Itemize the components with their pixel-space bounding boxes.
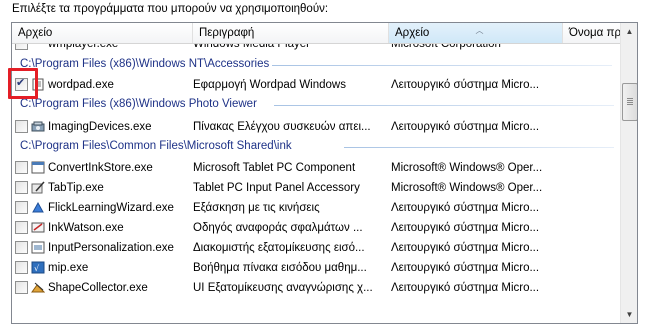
mip-icon: √ [31, 261, 45, 274]
shape-icon [31, 282, 45, 293]
checkbox[interactable] [15, 44, 28, 50]
input-icon [31, 241, 45, 254]
checkbox[interactable] [15, 261, 28, 274]
column-company-label: Αρχείο [395, 27, 430, 39]
table-row[interactable]: FlickLearningWizard.exe Εξάσκηση με τις … [12, 198, 620, 218]
table-row[interactable]: InputPersonalization.exe Διακομιστής εξα… [12, 238, 620, 258]
file-cell: InkWatson.exe [48, 222, 124, 234]
checkbox[interactable] [15, 281, 28, 294]
file-cell: wordpad.exe [48, 79, 114, 91]
column-product-name[interactable]: Όνομα πρ [563, 23, 620, 43]
file-cell: TabTip.exe [48, 182, 104, 194]
vertical-scrollbar[interactable]: ▲ ▼ [620, 23, 637, 323]
description-cell: Windows Media Player [193, 44, 310, 50]
group-label: C:\Program Files (x86)\Windows Photo Vie… [20, 98, 257, 110]
group-header[interactable]: C:\Program Files (x86)\Windows Photo Vie… [12, 95, 620, 115]
file-cell: ImagingDevices.exe [48, 121, 152, 133]
svg-text:√: √ [34, 264, 40, 273]
file-cell: InputPersonalization.exe [48, 242, 174, 254]
company-cell: Λειτουργικό σύστημα Micro... [391, 202, 540, 214]
group-divider [272, 65, 612, 66]
table-row[interactable]: ImagingDevices.exe Πίνακας Ελέγχου συσκε… [12, 117, 620, 137]
group-divider [344, 147, 614, 148]
ink-watson-icon [31, 222, 45, 233]
company-cell: Λειτουργικό σύστημα Micro... [391, 282, 540, 294]
file-cell: wmplayer.exe [48, 44, 119, 50]
checkbox[interactable] [15, 221, 28, 234]
imaging-icon [31, 121, 45, 132]
company-cell: Λειτουργικό σύστημα Micro... [391, 242, 540, 254]
table-row[interactable]: wmplayer.exe Windows Media Player Micros… [12, 44, 620, 54]
scroll-thumb[interactable] [622, 83, 637, 121]
description-cell: Διακομιστής εξατομίκευσης εισό... [193, 242, 365, 254]
table-row[interactable]: TabTip.exe Tablet PC Input Panel Accesso… [12, 178, 620, 198]
company-cell: Microsoft® Windows® Oper... [391, 182, 543, 194]
group-header[interactable]: C:\Program Files\Common Files\Microsoft … [12, 137, 620, 157]
flick-icon [32, 201, 44, 213]
table-row[interactable]: ShapeCollector.exe UI Εξατομίκευσης αναγ… [12, 278, 620, 298]
description-cell: Οδηγός αναφοράς σφαλμάτων ... [193, 222, 363, 234]
description-cell: Tablet PC Input Panel Accessory [193, 182, 360, 194]
column-company[interactable]: ︿ Αρχείο [389, 23, 563, 43]
group-header[interactable]: C:\Program Files (x86)\Windows NT\Access… [12, 55, 620, 75]
description-cell: Πίνακας Ελέγχου συσκευών απει... [193, 121, 371, 133]
checkbox[interactable] [15, 201, 28, 214]
company-cell: Microsoft Corporation [391, 44, 501, 50]
checkbox[interactable] [15, 181, 28, 194]
file-cell: mip.exe [48, 262, 89, 274]
company-cell: Λειτουργικό σύστημα Micro... [391, 222, 540, 234]
company-cell: Λειτουργικό σύστημα Micro... [391, 121, 540, 133]
company-cell: Λειτουργικό σύστημα Micro... [391, 262, 540, 274]
table-row[interactable]: √ mip.exe Βοήθημα πίνακα εισόδου μαθημ..… [12, 258, 620, 278]
column-header: Αρχείο Περιγραφή ︿ Αρχείο Όνομα πρ [12, 23, 620, 44]
scroll-up-icon[interactable]: ▲ [621, 23, 637, 40]
table-row[interactable]: ConvertInkStore.exe Microsoft Tablet PC … [12, 158, 620, 178]
description-cell: Βοήθημα πίνακα εισόδου μαθημ... [193, 262, 367, 274]
file-cell: ShapeCollector.exe [48, 282, 148, 294]
programs-listview[interactable]: Αρχείο Περιγραφή ︿ Αρχείο Όνομα πρ wmpla… [11, 22, 638, 324]
checkbox[interactable] [15, 120, 28, 133]
app-window-icon [31, 161, 45, 174]
description-cell: UI Εξατομίκευσης αναγνώρισης χ... [193, 282, 373, 294]
tablet-pen-icon [31, 181, 45, 194]
sort-ascending-icon: ︿ [475, 26, 484, 35]
file-cell: FlickLearningWizard.exe [48, 202, 174, 214]
description-cell: Microsoft Tablet PC Component [193, 162, 356, 174]
group-divider [274, 105, 614, 106]
rows-container: wmplayer.exe Windows Media Player Micros… [12, 44, 620, 323]
group-label: C:\Program Files (x86)\Windows NT\Access… [20, 58, 270, 70]
scroll-down-icon[interactable]: ▼ [621, 306, 637, 323]
description-cell: Εξάσκηση με τις κινήσεις [193, 202, 320, 214]
checkbox[interactable] [15, 161, 28, 174]
checkbox[interactable] [15, 241, 28, 254]
group-label: C:\Program Files\Common Files\Microsoft … [20, 140, 292, 152]
table-row[interactable]: InkWatson.exe Οδηγός αναφοράς σφαλμάτων … [12, 218, 620, 238]
prompt-label: Επιλέξτε τα προγράμματα που μπορούν να χ… [12, 3, 329, 15]
description-cell: Εφαρμογή Wordpad Windows [193, 79, 346, 91]
file-cell: ConvertInkStore.exe [48, 162, 153, 174]
annotation-highlight [8, 68, 38, 99]
column-file[interactable]: Αρχείο [12, 23, 193, 43]
company-cell: Λειτουργικό σύστημα Micro... [391, 79, 540, 91]
column-description[interactable]: Περιγραφή [193, 23, 389, 43]
company-cell: Microsoft® Windows® Oper... [391, 162, 543, 174]
table-row[interactable]: wordpad.exe Εφαρμογή Wordpad Windows Λει… [12, 75, 620, 95]
